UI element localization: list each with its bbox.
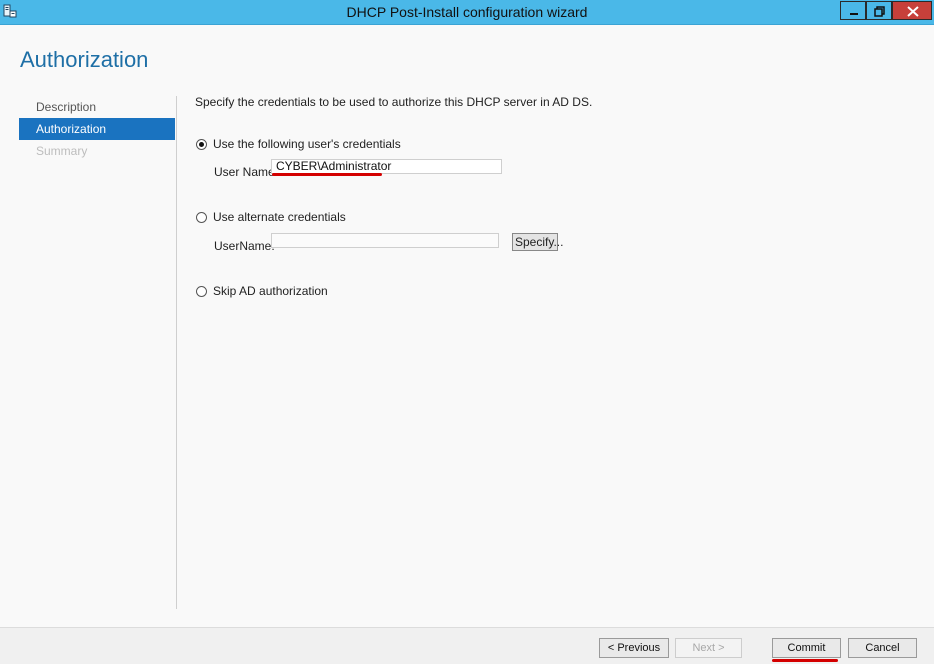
nav-divider — [176, 96, 177, 609]
close-icon — [907, 6, 919, 17]
option-user-credentials-label: Use the following user's credentials — [213, 137, 401, 151]
nav-item-summary: Summary — [36, 144, 88, 158]
wizard-footer: < Previous Next > Commit Cancel — [0, 627, 934, 664]
specify-button[interactable]: Specify... — [512, 233, 563, 251]
title-bar[interactable]: DHCP Post-Install configuration wizard — [0, 0, 934, 25]
radio-alternate-credentials[interactable] — [196, 211, 207, 223]
minimize-button[interactable] — [840, 1, 866, 20]
alt-user-name-field[interactable] — [271, 233, 499, 248]
option-skip-authorization-label: Skip AD authorization — [213, 284, 328, 298]
restore-icon — [874, 6, 885, 17]
wizard-window: DHCP Post-Install configuration wizard A… — [0, 0, 934, 664]
minimize-icon — [850, 13, 858, 15]
next-button: Next > — [675, 638, 742, 658]
user-name-field[interactable]: CYBER\Administrator — [271, 159, 502, 174]
previous-button[interactable]: < Previous — [599, 638, 669, 658]
cancel-button[interactable]: Cancel — [848, 638, 917, 658]
intro-text: Specify the credentials to be used to au… — [195, 95, 593, 109]
annotation-underline-commit — [772, 659, 838, 662]
user-name-label: User Name: — [214, 165, 279, 179]
option-user-credentials[interactable]: Use the following user's credentials — [196, 136, 401, 152]
window-title: DHCP Post-Install configuration wizard — [346, 4, 588, 20]
page-heading: Authorization — [20, 47, 149, 72]
commit-button[interactable]: Commit — [772, 638, 841, 658]
close-button[interactable] — [892, 1, 932, 20]
alt-user-name-label: UserName: — [214, 239, 275, 253]
option-skip-authorization[interactable]: Skip AD authorization — [196, 283, 328, 299]
annotation-underline-username — [272, 173, 382, 176]
nav-item-authorization[interactable]: Authorization — [19, 118, 175, 140]
option-alternate-credentials[interactable]: Use alternate credentials — [196, 209, 346, 225]
wizard-nav: Description Authorization Summary — [19, 96, 175, 162]
radio-skip-authorization[interactable] — [196, 285, 207, 297]
option-alternate-credentials-label: Use alternate credentials — [213, 210, 346, 224]
nav-item-description[interactable]: Description — [19, 96, 175, 118]
restore-button[interactable] — [866, 1, 892, 20]
radio-user-credentials[interactable] — [196, 138, 207, 150]
